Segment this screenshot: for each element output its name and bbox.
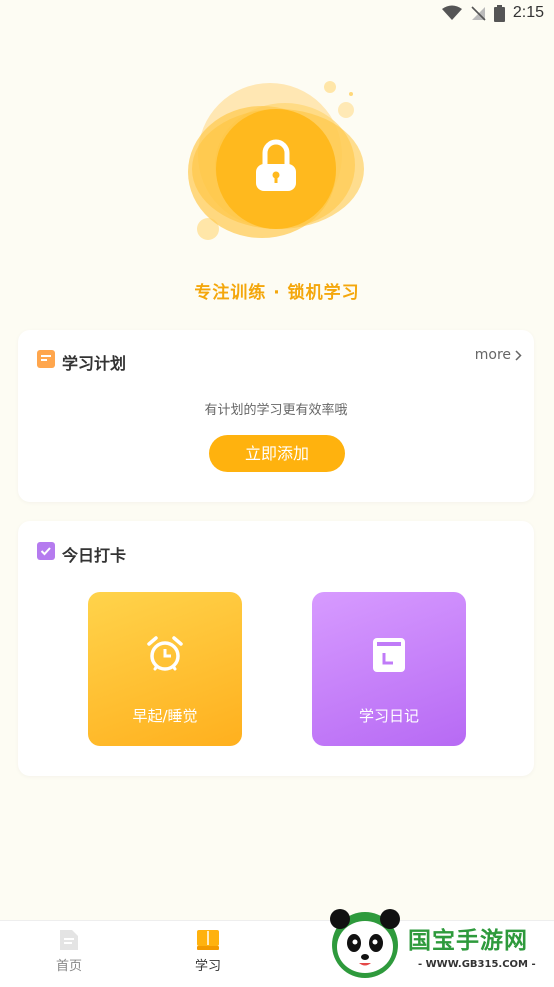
status-bar: 2:15 — [0, 0, 554, 30]
status-time: 2:15 — [512, 4, 544, 21]
study-plan-card: 学习计划 more 有计划的学习更有效率哦 立即添加 — [18, 330, 534, 502]
study-diary-tile[interactable]: 学习日记 — [312, 592, 466, 746]
watermark-text: 国宝手游网 — [408, 928, 528, 954]
battery-icon — [493, 4, 505, 22]
wifi-icon — [441, 5, 462, 20]
add-now-button[interactable]: 立即添加 — [209, 435, 345, 472]
nav-home[interactable]: 首页 — [34, 929, 104, 974]
chevron-right-icon — [515, 349, 522, 361]
nav-home-label: 首页 — [55, 959, 82, 974]
no-signal-icon — [471, 6, 486, 21]
watermark: 国宝手游网 - WWW.GB315.COM - — [300, 893, 554, 986]
plan-list-icon — [37, 350, 55, 368]
home-document-icon — [60, 930, 78, 950]
study-diary-label: 学习日记 — [358, 707, 419, 725]
calendar-icon — [373, 638, 405, 672]
plan-empty-text: 有计划的学习更有效率哦 — [204, 403, 348, 418]
alarm-clock-icon — [147, 636, 183, 671]
nav-study[interactable]: 学习 — [173, 929, 243, 974]
nav-study-label: 学习 — [194, 959, 221, 974]
more-label: more — [474, 347, 511, 363]
watermark-url: - WWW.GB315.COM - — [418, 959, 536, 970]
checklist-icon — [37, 542, 55, 560]
hero-illustration — [0, 70, 554, 270]
more-link[interactable]: more — [475, 347, 522, 363]
status-icons: 2:15 — [441, 4, 544, 22]
study-plan-title: 学习计划 — [62, 354, 127, 373]
hero-tagline: 专注训练 · 锁机学习 — [194, 283, 360, 303]
wake-sleep-label: 早起/睡觉 — [132, 707, 198, 725]
book-icon — [197, 930, 219, 950]
checkin-title: 今日打卡 — [62, 546, 127, 565]
wake-sleep-tile[interactable]: 早起/睡觉 — [88, 592, 242, 746]
checkin-card: 今日打卡 早起/睡觉 学习日记 — [18, 521, 534, 776]
panda-logo-icon — [330, 909, 400, 978]
